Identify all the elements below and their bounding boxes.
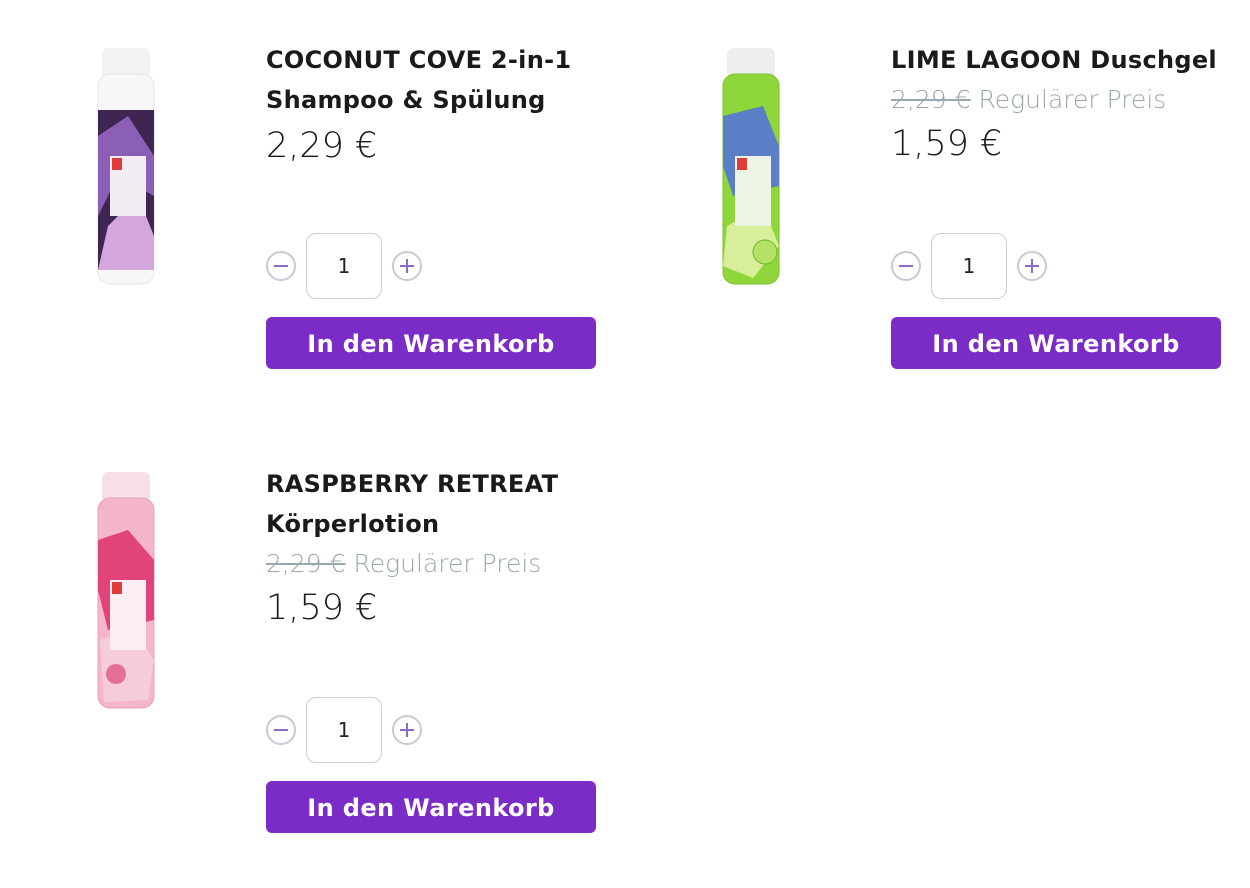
body-lotion-bottle-icon (97, 472, 155, 709)
product-price: 1,59 € (266, 588, 378, 628)
product-title[interactable]: LIME LAGOON Duschgel (891, 40, 1241, 80)
decrease-quantity-button[interactable] (266, 251, 296, 281)
quantity-input[interactable]: 1 (306, 233, 382, 299)
shampoo-bottle-icon (97, 48, 155, 285)
product-price: 2,29 € (266, 126, 378, 166)
regular-price-label: Regulärer Preis (978, 85, 1167, 114)
old-price: 2,29 € (266, 549, 346, 578)
product-image[interactable] (88, 470, 164, 712)
product-price: 1,59 € (891, 124, 1003, 164)
regular-price-label: Regulärer Preis (353, 549, 542, 578)
regular-price-line: 2,29 € Regulärer Preis (891, 82, 1241, 118)
increase-quantity-button[interactable] (392, 251, 422, 281)
decrease-quantity-button[interactable] (266, 715, 296, 745)
quantity-stepper: 1 (266, 232, 436, 300)
old-price: 2,29 € (891, 85, 971, 114)
product-title[interactable]: RASPBERRY RETREAT Körperlotion (266, 464, 616, 544)
add-to-cart-button[interactable]: In den Warenkorb (266, 317, 596, 369)
quantity-input[interactable]: 1 (931, 233, 1007, 299)
product-image[interactable] (713, 46, 789, 288)
decrease-quantity-button[interactable] (891, 251, 921, 281)
regular-price-line: 2,29 € Regulärer Preis (266, 546, 616, 582)
add-to-cart-button[interactable]: In den Warenkorb (891, 317, 1221, 369)
product-title[interactable]: COCONUT COVE 2-in-1 Shampoo & Spülung (266, 40, 616, 120)
product-image[interactable] (88, 46, 164, 288)
quantity-stepper: 1 (266, 696, 436, 764)
increase-quantity-button[interactable] (1017, 251, 1047, 281)
add-to-cart-button[interactable]: In den Warenkorb (266, 781, 596, 833)
increase-quantity-button[interactable] (392, 715, 422, 745)
shower-gel-bottle-icon (722, 48, 780, 285)
quantity-stepper: 1 (891, 232, 1061, 300)
quantity-input[interactable]: 1 (306, 697, 382, 763)
